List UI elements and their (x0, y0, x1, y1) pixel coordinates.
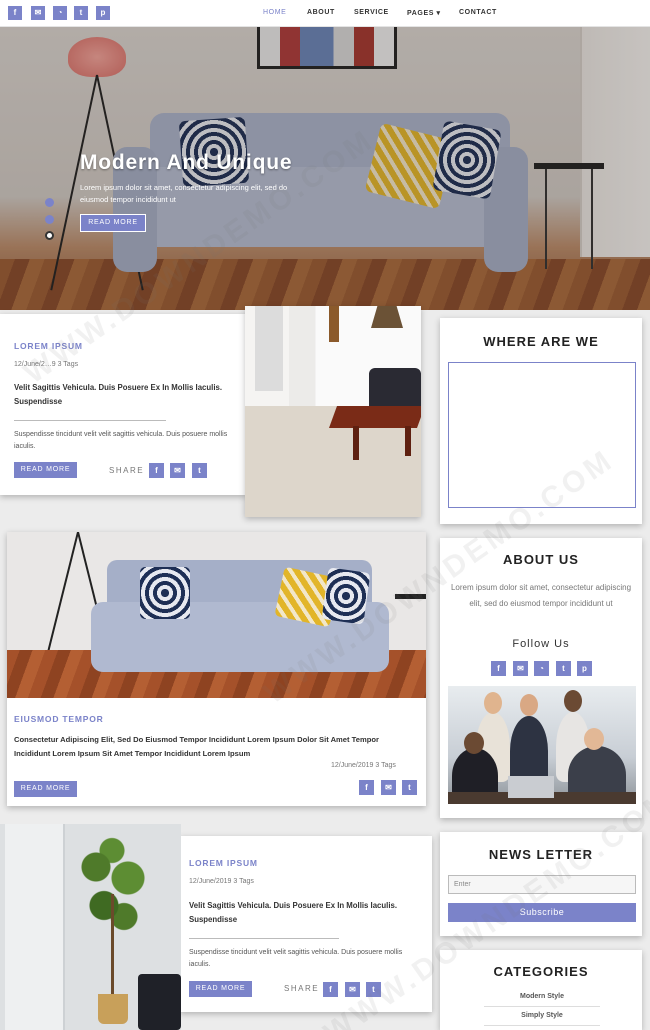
follow-us-label: Follow Us (512, 638, 570, 650)
hero-read-more-button[interactable]: READ MORE (80, 214, 146, 232)
widget-title: CATEGORIES (493, 964, 589, 979)
widget-title: NEWS LETTER (488, 847, 594, 862)
divider (14, 420, 166, 421)
facebook-icon[interactable]: f (359, 780, 374, 795)
person-head (564, 690, 582, 712)
person-head (464, 732, 484, 754)
plant-trunk (111, 894, 114, 994)
pillow (321, 567, 371, 625)
slider-dot[interactable] (45, 198, 54, 207)
email-icon[interactable]: ✉ (345, 982, 360, 997)
nav-about[interactable]: ABOUT (307, 9, 335, 16)
team-photo (448, 686, 636, 804)
pillow (140, 567, 190, 619)
post-title[interactable]: Consectetur Adipiscing Elit, Sed Do Eius… (14, 733, 414, 761)
nav-contact[interactable]: CONTACT (459, 9, 497, 16)
rss-icon[interactable]: ◔ (534, 661, 549, 676)
post-excerpt: Suspendisse tincidunt velit velit sagitt… (189, 949, 403, 968)
post-3-image (0, 824, 181, 1030)
category-link[interactable]: Simply Style (484, 1012, 600, 1019)
read-more-button[interactable]: READ MORE (14, 781, 77, 797)
email-icon[interactable]: ✉ (381, 780, 396, 795)
pinterest-icon[interactable]: p (96, 6, 110, 20)
plant-pot (98, 994, 128, 1024)
person-head (584, 728, 604, 750)
door (5, 824, 65, 1030)
post-title[interactable]: Velit Sagittis Vehicula. Duis Posuere Ex… (189, 899, 424, 927)
post-meta: 12/June/2…9 3 Tags (14, 361, 79, 368)
widget-title: WHERE ARE WE (483, 334, 599, 349)
divider (484, 1006, 600, 1007)
post-excerpt: Suspendisse tincidunt velit velit sagitt… (14, 431, 228, 450)
nav-service[interactable]: SERVICE (354, 9, 389, 16)
divider (484, 1025, 600, 1026)
post-kicker: EIUSMOD TEMPOR (14, 714, 104, 724)
facebook-icon[interactable]: f (491, 661, 506, 676)
nav-pages[interactable]: PAGES ▾ (407, 9, 441, 17)
person-head (520, 694, 538, 716)
top-bar: f ✉ ◔ t p HOME ABOUT SERVICE PAGES ▾ CON… (0, 0, 650, 27)
twitter-icon[interactable]: t (366, 982, 381, 997)
pinterest-icon[interactable]: p (577, 661, 592, 676)
post-kicker: LOREM IPSUM (189, 858, 258, 868)
read-more-button[interactable]: READ MORE (189, 981, 252, 997)
room-table (328, 406, 421, 428)
twitter-icon[interactable]: t (192, 463, 207, 478)
rss-icon[interactable]: ◔ (53, 6, 67, 20)
map-frame[interactable] (448, 362, 636, 508)
share-label: SHARE (284, 984, 320, 993)
post-1-image (245, 306, 421, 517)
person-head (484, 692, 502, 714)
hero-title: Modern And Unique (80, 151, 293, 174)
widget-title: ABOUT US (503, 552, 579, 567)
nav-home[interactable]: HOME (263, 9, 286, 16)
email-icon[interactable]: ✉ (170, 463, 185, 478)
post-kicker: LOREM IPSUM (14, 341, 83, 351)
room-decor (329, 306, 339, 342)
twitter-icon[interactable]: t (402, 780, 417, 795)
newsletter-email-input[interactable]: Enter (448, 875, 636, 894)
post-title[interactable]: Velit Sagittis Vehicula. Duis Posuere Ex… (14, 381, 244, 409)
email-icon[interactable]: ✉ (31, 6, 45, 20)
hero-text: Lorem ipsum dolor sit amet, consectetur … (80, 183, 288, 204)
post-meta: 12/June/2019 3 Tags (189, 878, 254, 885)
slider-dot-active[interactable] (45, 231, 54, 240)
room-door (255, 306, 283, 391)
about-text: Lorem ipsum dolor sit amet, consectetur … (450, 583, 632, 608)
email-icon[interactable]: ✉ (513, 661, 528, 676)
side-table (395, 594, 426, 599)
share-label: SHARE (109, 466, 145, 475)
divider (189, 938, 339, 939)
facebook-icon[interactable]: f (8, 6, 22, 20)
room-table-leg (405, 426, 411, 456)
page: f ✉ ◔ t p HOME ABOUT SERVICE PAGES ▾ CON… (0, 0, 650, 1030)
facebook-icon[interactable]: f (323, 982, 338, 997)
chair (138, 974, 181, 1030)
room-table-leg (353, 426, 359, 460)
category-link[interactable]: Modern Style (484, 993, 600, 1000)
lamp-leg (43, 532, 79, 669)
subscribe-button[interactable]: Subscribe (448, 903, 636, 922)
post-meta: 12/June/2019 3 Tags (331, 762, 396, 769)
twitter-icon[interactable]: t (556, 661, 571, 676)
slider-dot[interactable] (45, 215, 54, 224)
post-2-image (7, 532, 426, 698)
facebook-icon[interactable]: f (149, 463, 164, 478)
laptop (508, 776, 554, 798)
read-more-button[interactable]: READ MORE (14, 462, 77, 478)
twitter-icon[interactable]: t (74, 6, 88, 20)
